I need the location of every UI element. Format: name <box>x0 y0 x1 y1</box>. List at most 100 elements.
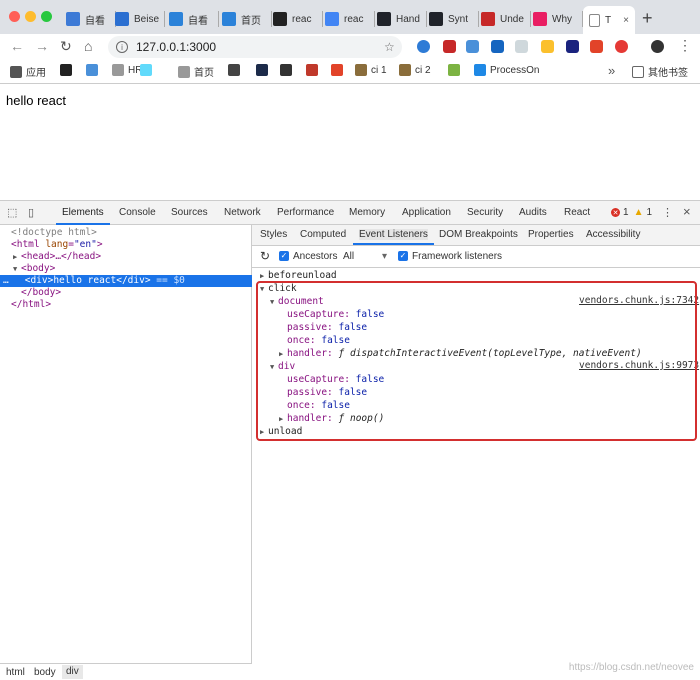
side-tab-dom-breakpoints[interactable]: DOM Breakpoints <box>439 229 518 240</box>
close-devtools-icon[interactable]: × <box>683 204 691 219</box>
bookmark-item[interactable] <box>331 64 347 76</box>
devtools-tab-audits[interactable]: Audits <box>519 207 547 218</box>
tab-5[interactable]: reac <box>325 8 375 30</box>
extension-icon[interactable] <box>491 40 504 53</box>
bookmark-item[interactable]: ProcessOn <box>474 64 539 76</box>
tab-0[interactable]: 自看 <box>66 8 116 30</box>
maximize-window-button[interactable] <box>41 11 52 22</box>
close-tab-icon[interactable]: × <box>623 15 629 26</box>
side-tab-computed[interactable]: Computed <box>300 229 346 240</box>
source-link[interactable]: vendors.chunk.js:7342 <box>579 295 699 306</box>
prop-handler[interactable]: ▶handler: ƒ noop() <box>279 412 384 425</box>
select-caret-icon[interactable]: ▾ <box>382 251 387 262</box>
prop-handler[interactable]: ▶handler: ƒ dispatchInteractiveEvent(top… <box>279 347 642 360</box>
listener-beforeunload[interactable]: ▶beforeunload <box>260 269 337 282</box>
bookmark-item[interactable]: HR <box>112 64 142 76</box>
listener-target-document[interactable]: ▼document <box>270 295 324 308</box>
side-tab-styles[interactable]: Styles <box>260 229 287 240</box>
bookmark-item[interactable] <box>86 64 102 76</box>
devtools-tab-performance[interactable]: Performance <box>277 207 334 218</box>
tab-3[interactable]: 首页 <box>222 8 272 30</box>
side-tab-event-listeners[interactable]: Event Listeners <box>359 229 428 240</box>
bookmark-item[interactable] <box>306 64 322 76</box>
info-icon[interactable]: i <box>116 41 128 53</box>
extension-icon[interactable] <box>590 40 603 53</box>
devtools-tab-elements[interactable]: Elements <box>62 207 104 218</box>
tab-4[interactable]: reac <box>273 8 323 30</box>
other-bookmarks-folder[interactable]: 其他书签 <box>632 64 688 79</box>
breadcrumb-div[interactable]: div <box>62 665 83 679</box>
side-tab-properties[interactable]: Properties <box>528 229 574 240</box>
listener-target-div[interactable]: ▼div <box>270 360 295 373</box>
bookmark-item[interactable]: 应用 <box>10 64 46 79</box>
devtools-tab-console[interactable]: Console <box>119 207 156 218</box>
devtools-tab-application[interactable]: Application <box>402 207 451 218</box>
forward-button[interactable]: → <box>35 38 49 54</box>
extension-icon[interactable] <box>515 40 528 53</box>
expand-arrow-icon[interactable]: ▶ <box>13 251 21 263</box>
url-text[interactable]: 127.0.0.1:3000 <box>136 40 216 54</box>
tab-active[interactable]: T × <box>583 6 635 34</box>
collapse-arrow-icon[interactable]: ▼ <box>13 263 21 275</box>
tab-2[interactable]: 自看 <box>169 8 219 30</box>
tab-1[interactable]: Beise <box>115 8 165 30</box>
ancestors-select[interactable]: All <box>343 251 354 262</box>
body-node[interactable]: ▼<body> <box>13 263 265 275</box>
extension-icon[interactable] <box>443 40 456 53</box>
new-tab-button[interactable]: + <box>642 8 653 29</box>
tab-9[interactable]: Why <box>533 8 583 30</box>
breadcrumb-body[interactable]: body <box>34 667 56 678</box>
selected-div-node[interactable]: …<div>hello react</div> == $0 <box>0 275 252 287</box>
tab-6[interactable]: Hand <box>377 8 427 30</box>
bookmark-item[interactable]: ci 2 <box>399 64 431 76</box>
framework-listeners-checkbox[interactable]: ✓ <box>398 251 408 261</box>
head-node[interactable]: ▶<head>…</head> <box>13 251 265 263</box>
home-button[interactable]: ⌂ <box>84 38 92 54</box>
bookmark-item[interactable] <box>256 64 272 76</box>
source-link[interactable]: vendors.chunk.js:9973 <box>579 360 699 371</box>
bookmark-item[interactable] <box>140 64 156 76</box>
minimize-window-button[interactable] <box>25 11 36 22</box>
bookmark-item[interactable]: ci 1 <box>355 64 387 76</box>
extension-icon[interactable] <box>417 40 430 53</box>
inspect-element-icon[interactable]: ⬚ <box>7 206 17 219</box>
devtools-tab-security[interactable]: Security <box>467 207 503 218</box>
event-listeners-list: ▶beforeunload ▼click ▼document vendors.c… <box>252 268 700 568</box>
tab-7[interactable]: Synt <box>429 8 479 30</box>
bookmark-item[interactable] <box>228 64 244 76</box>
ancestors-checkbox[interactable]: ✓ <box>279 251 289 261</box>
more-bookmarks-button[interactable]: » <box>608 63 615 78</box>
reload-button[interactable]: ↻ <box>60 38 72 55</box>
extension-icon[interactable] <box>466 40 479 53</box>
devtools-tab-react[interactable]: React <box>564 207 590 218</box>
devtools-tab-network[interactable]: Network <box>224 207 261 218</box>
prop-usecapture: useCapture: false <box>287 373 384 386</box>
devtools-tab-sources[interactable]: Sources <box>171 207 208 218</box>
other-bookmarks-label: 其他书签 <box>648 64 688 79</box>
device-toolbar-icon[interactable]: ▯ <box>28 206 34 219</box>
devtools-tab-memory[interactable]: Memory <box>349 207 385 218</box>
close-window-button[interactable] <box>9 11 20 22</box>
bookmark-item[interactable] <box>280 64 296 76</box>
extension-icon[interactable] <box>566 40 579 53</box>
html-node[interactable]: <html lang="en"> <box>11 239 263 251</box>
tab-8[interactable]: Unde <box>481 8 531 30</box>
extension-icon[interactable] <box>615 40 628 53</box>
back-button[interactable]: ← <box>10 38 24 54</box>
profile-avatar[interactable] <box>651 40 664 53</box>
error-warning-counter[interactable]: ✕ 1 ▲ 1 <box>611 207 652 218</box>
extension-icon[interactable] <box>541 40 554 53</box>
breadcrumb-html[interactable]: html <box>6 667 25 678</box>
bookmark-item[interactable]: 首页 <box>178 64 214 79</box>
address-bar[interactable]: i 127.0.0.1:3000 <box>108 36 402 58</box>
bookmark-item[interactable] <box>60 64 76 76</box>
refresh-icon[interactable]: ↻ <box>260 249 270 263</box>
listener-unload[interactable]: ▶unload <box>260 425 302 438</box>
side-tab-accessibility[interactable]: Accessibility <box>586 229 640 240</box>
devtools-menu-icon[interactable]: ⋮ <box>662 206 673 219</box>
menu-icon[interactable]: ⋮ <box>678 37 692 54</box>
bookmark-star-icon[interactable]: ☆ <box>384 40 395 54</box>
listener-click[interactable]: ▼click <box>260 282 297 295</box>
bookmark-item[interactable] <box>448 64 464 76</box>
doctype-node[interactable]: <!doctype html> <box>11 227 263 239</box>
